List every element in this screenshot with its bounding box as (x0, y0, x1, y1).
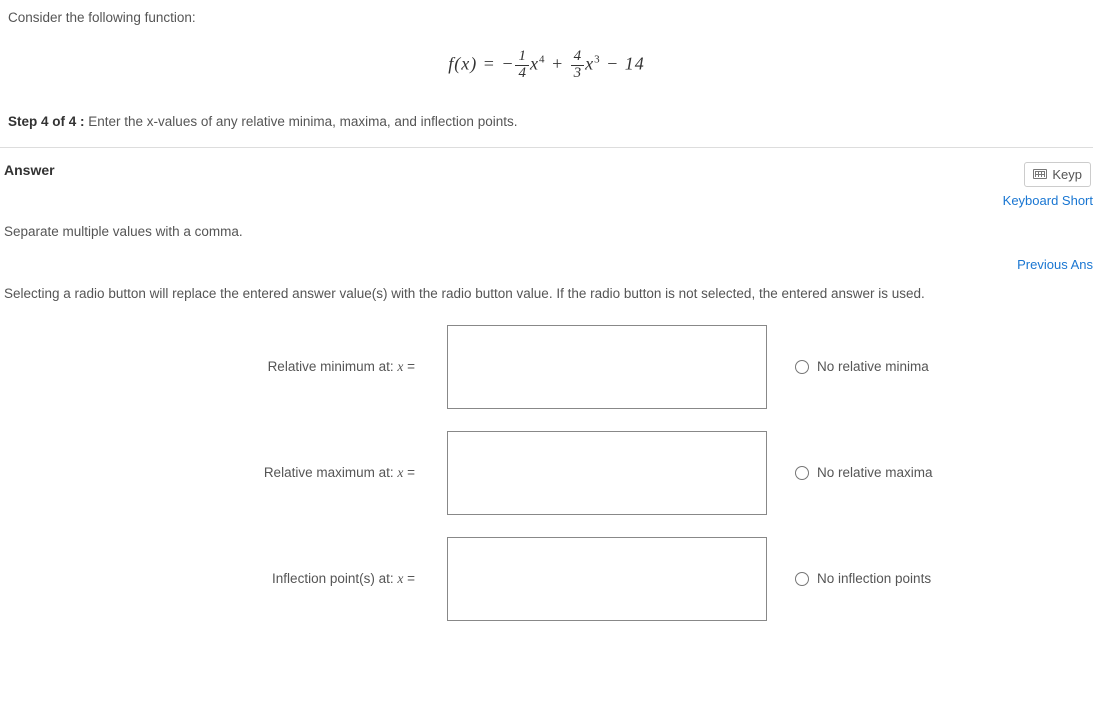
minus-sign: − (501, 53, 514, 73)
keypad-label: Keyp (1052, 167, 1082, 182)
radio-label: No relative minima (817, 359, 929, 374)
step-instruction: Step 4 of 4 : Enter the x-values of any … (0, 106, 1093, 147)
plus-sign: + (545, 53, 569, 73)
keyboard-icon (1033, 169, 1047, 179)
minus-14: − 14 (601, 53, 645, 73)
x-var: x (530, 53, 539, 73)
label-prefix: Relative minimum at: (268, 359, 398, 374)
fraction-4-3: 43 (571, 49, 585, 82)
radio-label: No inflection points (817, 571, 931, 586)
radio-instruction: Selecting a radio button will replace th… (0, 282, 1093, 325)
answer-grid: Relative minimum at: x = No relative min… (0, 325, 1093, 621)
frac-num: 1 (515, 49, 529, 66)
no-relative-maxima-option[interactable]: No relative maxima (795, 465, 1089, 480)
equation-lhs: f(x) = (448, 53, 501, 73)
label-prefix: Inflection point(s) at: (272, 571, 397, 586)
step-text: Enter the x-values of any relative minim… (85, 114, 518, 129)
keyboard-shortcut-link[interactable]: Keyboard Short (0, 193, 1093, 216)
no-relative-minima-option[interactable]: No relative minima (795, 359, 1089, 374)
relative-maximum-label: Relative maximum at: x = (4, 465, 419, 481)
x-var: x (585, 53, 594, 73)
frac-den: 4 (515, 66, 529, 82)
separate-instruction: Separate multiple values with a comma. (0, 216, 1093, 249)
no-inflection-points-option[interactable]: No inflection points (795, 571, 1089, 586)
label-suffix: = (403, 465, 415, 480)
label-suffix: = (403, 571, 415, 586)
keypad-button[interactable]: Keyp (1024, 162, 1091, 187)
no-relative-maxima-radio[interactable] (795, 466, 809, 480)
function-equation: f(x) = −14x4 + 43x3 − 14 (0, 25, 1093, 106)
step-label: Step 4 of 4 : (8, 114, 85, 129)
frac-num: 4 (571, 49, 585, 66)
relative-maximum-input[interactable] (447, 431, 767, 515)
radio-label: No relative maxima (817, 465, 933, 480)
no-relative-minima-radio[interactable] (795, 360, 809, 374)
frac-den: 3 (571, 66, 585, 82)
relative-minimum-label: Relative minimum at: x = (4, 359, 419, 375)
question-intro: Consider the following function: (0, 0, 1093, 25)
relative-minimum-input[interactable] (447, 325, 767, 409)
no-inflection-points-radio[interactable] (795, 572, 809, 586)
previous-answer-link[interactable]: Previous Ans (0, 249, 1093, 282)
inflection-points-label: Inflection point(s) at: x = (4, 571, 419, 587)
label-prefix: Relative maximum at: (264, 465, 398, 480)
inflection-points-input[interactable] (447, 537, 767, 621)
question-container: Consider the following function: f(x) = … (0, 0, 1093, 621)
label-suffix: = (403, 359, 415, 374)
answer-label: Answer (4, 162, 55, 178)
fraction-1-4: 14 (515, 49, 529, 82)
answer-header: Answer Keyp (0, 148, 1093, 193)
